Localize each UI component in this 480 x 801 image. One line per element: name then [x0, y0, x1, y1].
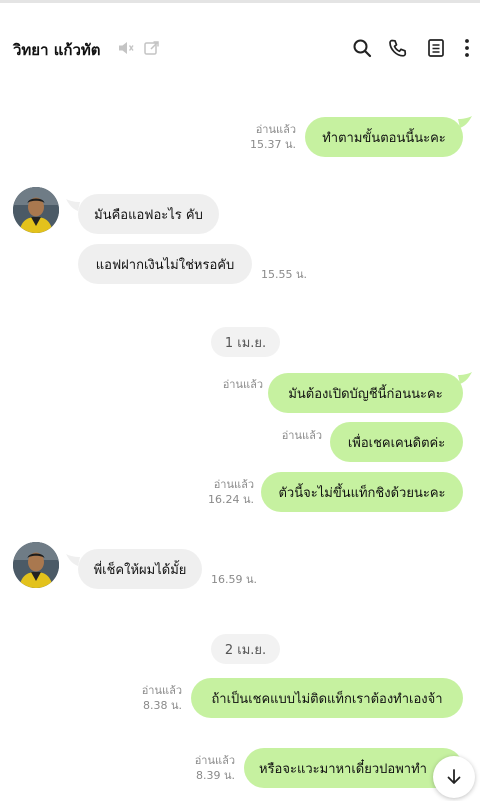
read-receipt: อ่านแล้ว: [194, 754, 235, 767]
outgoing-message[interactable]: ถ้าเป็นเชคแบบไม่ติดแท็กเราต้องทำเองจ้า: [191, 678, 463, 718]
read-receipt: อ่านแล้ว: [213, 478, 254, 491]
message-meta: อ่านแล้ว 15.37 น.: [250, 122, 296, 152]
read-receipt: อ่านแล้ว: [255, 123, 296, 136]
read-receipt: อ่านแล้ว: [281, 429, 322, 442]
message-time: 8.38 น.: [142, 699, 182, 712]
message-meta: อ่านแล้ว 16.24 น.: [208, 477, 254, 507]
date-separator: 1 เม.ย.: [211, 327, 280, 357]
message-time: 15.55 น.: [261, 268, 308, 281]
message-text: ถ้าเป็นเชคแบบไม่ติดแท็กเราต้องทำเองจ้า: [211, 691, 443, 707]
message-time: 8.39 น.: [195, 769, 235, 782]
message-meta: อ่านแล้ว: [223, 377, 263, 392]
outgoing-message[interactable]: เพื่อเชคเคนดิตค่ะ: [330, 422, 463, 462]
read-receipt: อ่านแล้ว: [141, 684, 182, 697]
message-meta: อ่านแล้ว 8.39 น.: [195, 753, 235, 783]
bubble-tail: [458, 116, 472, 128]
contact-avatar[interactable]: [13, 187, 59, 233]
incoming-message[interactable]: พี่เช็คให้ผมได้มั้ย: [78, 549, 202, 589]
message-time: 16.59 น.: [211, 573, 258, 586]
message-text: ตัวนี้จะไม่ขึ้นแท็กชิงด้วยนะคะ: [278, 485, 446, 501]
message-time: 16.24 น.: [207, 493, 254, 506]
date-separator: 2 เม.ย.: [211, 634, 280, 664]
outgoing-message[interactable]: ตัวนี้จะไม่ขึ้นแท็กชิงด้วยนะคะ: [261, 472, 463, 512]
message-text: มันคือแอฟอะไร คับ: [94, 207, 203, 223]
message-text: แอฟฝากเงินไม่ใช่หรอคับ: [95, 257, 235, 273]
message-text: หรือจะแวะมาหาเดี๋ยวปอพาทำ: [259, 761, 427, 777]
chat-messages[interactable]: อ่านแล้ว 15.37 น. ทำตามขั้นตอนนี้นะคะ มั…: [0, 0, 480, 801]
message-text: ทำตามขั้นตอนนี้นะคะ: [322, 130, 446, 146]
message-text: เพื่อเชคเคนดิตค่ะ: [347, 435, 446, 451]
message-meta: อ่านแล้ว 8.38 น.: [142, 683, 182, 713]
message-text: มันต้องเปิดบัญชีนี้ก่อนนะคะ: [288, 386, 443, 402]
bubble-tail: [458, 372, 472, 384]
outgoing-message[interactable]: หรือจะแวะมาหาเดี๋ยวปอพาทำ: [244, 748, 463, 788]
outgoing-message[interactable]: มันต้องเปิดบัญชีนี้ก่อนนะคะ: [268, 373, 463, 413]
message-meta: อ่านแล้ว: [282, 428, 322, 443]
arrow-down-icon: [447, 769, 461, 784]
message-text: พี่เช็คให้ผมได้มั้ย: [93, 562, 187, 578]
outgoing-message[interactable]: ทำตามขั้นตอนนี้นะคะ: [305, 117, 463, 157]
message-time: 15.37 น.: [249, 138, 296, 151]
date-label: 1 เม.ย.: [224, 335, 267, 351]
contact-avatar[interactable]: [13, 542, 59, 588]
scroll-to-bottom-button[interactable]: [433, 756, 475, 798]
incoming-message[interactable]: แอฟฝากเงินไม่ใช่หรอคับ: [78, 244, 252, 284]
incoming-message[interactable]: มันคือแอฟอะไร คับ: [78, 194, 219, 234]
date-label: 2 เม.ย.: [224, 642, 267, 658]
read-receipt: อ่านแล้ว: [222, 378, 263, 391]
